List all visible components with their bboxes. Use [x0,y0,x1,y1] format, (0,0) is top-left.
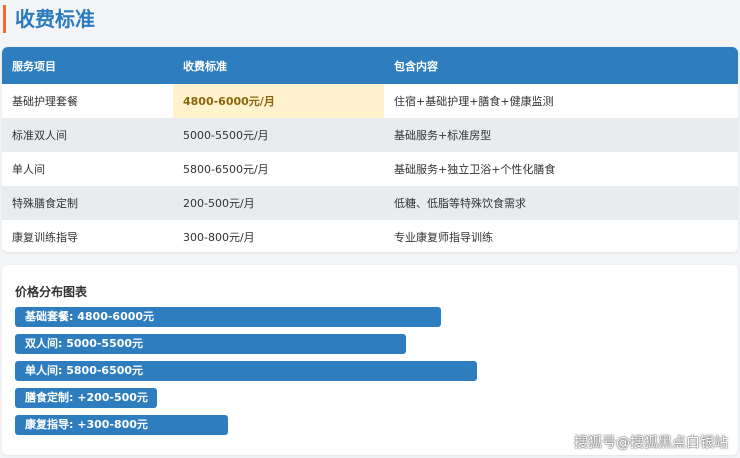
cell-content: 专业康复师指导训练 [394,231,493,244]
chart-bar: 双人间: 5000-5500元 [15,334,406,354]
table-row: 单人间 5800-6500元/月 基础服务+独立卫浴+个性化膳食 [2,152,738,186]
cell-price: 5800-6500元/月 [183,163,269,176]
chart-bar: 基础套餐: 4800-6000元 [15,307,441,327]
table-row: 标准双人间 5000-5500元/月 基础服务+标准房型 [2,118,738,152]
chart-title: 价格分布图表 [15,285,88,299]
cell-content: 基础服务+独立卫浴+个性化膳食 [394,163,556,176]
watermark: 搜狐号@搜狐黑点白银站 [574,435,728,451]
table-row: 特殊膳食定制 200-500元/月 低糖、低脂等特殊饮食需求 [2,186,738,220]
header-service: 服务项目 [12,59,56,73]
chart-bar: 单人间: 5800-6500元 [15,361,477,381]
cell-price: 200-500元/月 [183,197,255,210]
table-row: 康复训练指导 300-800元/月 专业康复师指导训练 [2,220,738,252]
chart-bar: 康复指导: +300-800元 [15,415,228,435]
chart-bar: 膳食定制: +200-500元 [15,388,157,408]
pricing-table: 服务项目 收费标准 包含内容 基础护理套餐 4800-6000元/月 住宿+基础… [2,47,738,252]
cell-service: 康复训练指导 [12,231,78,244]
table-header: 服务项目 收费标准 包含内容 [2,47,738,84]
cell-content: 低糖、低脂等特殊饮食需求 [394,197,526,210]
cell-service: 标准双人间 [12,129,67,142]
cell-content: 基础服务+标准房型 [394,129,492,142]
header-price: 收费标准 [183,59,227,73]
header-content: 包含内容 [394,59,438,73]
page-title: 收费标准 [15,7,95,31]
cell-price: 300-800元/月 [183,231,255,244]
bar-track: 基础套餐: 4800-6000元 双人间: 5000-5500元单人间: 5800… [15,307,725,442]
cell-price-highlighted: 4800-6000元/月 [173,84,384,118]
cell-content: 住宿+基础护理+膳食+健康监测 [394,95,554,108]
cell-service: 基础护理套餐 [12,95,78,108]
cell-service: 单人间 [12,163,45,176]
title-accent-bar [3,5,6,33]
price-distribution-chart: 价格分布图表 基础套餐: 4800-6000元 双人间: 5000-5500元单人… [2,265,738,455]
table-row: 基础护理套餐 4800-6000元/月 住宿+基础护理+膳食+健康监测 [2,84,738,118]
cell-service: 特殊膳食定制 [12,197,78,210]
cell-price: 5000-5500元/月 [183,129,269,142]
